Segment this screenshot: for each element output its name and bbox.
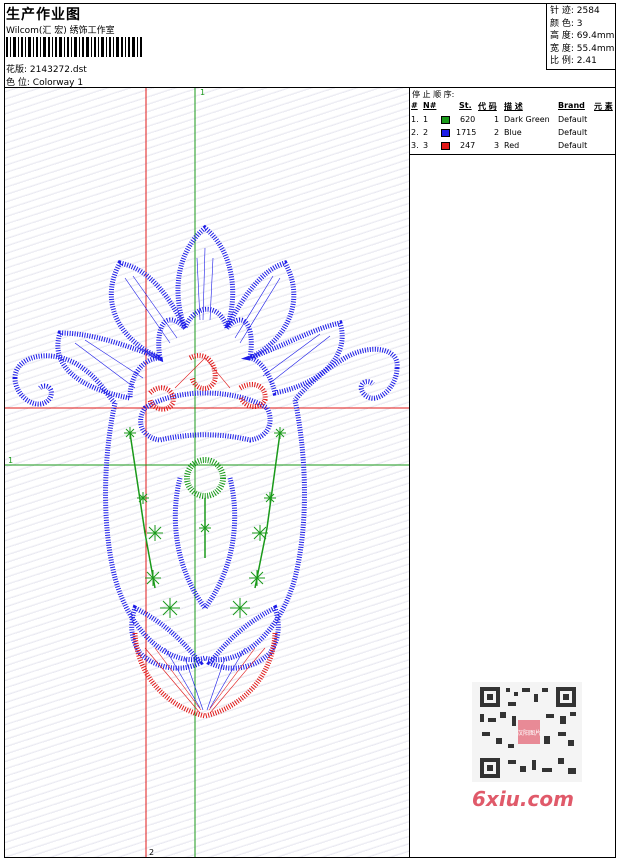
guide-label-bottom: 2 bbox=[149, 848, 154, 857]
design-file-name: 2143272.dst bbox=[29, 65, 87, 75]
stat-height: 高 度: 69.4mm bbox=[550, 31, 615, 41]
stat-scale: 比 例: 2.41 bbox=[550, 56, 597, 66]
stop-sequence-title: 停 止 顺 序: bbox=[412, 90, 455, 99]
panel-divider bbox=[409, 88, 410, 857]
col-header-index: # bbox=[411, 101, 418, 110]
color-swatch bbox=[441, 142, 450, 150]
col-header-stitches: St. bbox=[459, 101, 472, 110]
color-swatch bbox=[441, 116, 450, 124]
stat-width: 宽 度: 55.4mm bbox=[550, 43, 615, 54]
blue-stitch-outline bbox=[12, 224, 400, 671]
col-header-element: 元 素 bbox=[594, 102, 613, 111]
design-file-line: 花版: 2143272.dst bbox=[6, 62, 87, 75]
guide-label-left: 1 bbox=[8, 456, 13, 465]
barcode bbox=[6, 37, 142, 57]
company-name: Wilcom(汇 宏) 绣饰工作室 bbox=[6, 26, 115, 36]
design-preview: 1 1 2 bbox=[5, 88, 409, 857]
stat-stitches: 针 迹: 2584 bbox=[550, 6, 600, 16]
table-bottom-border bbox=[410, 154, 616, 155]
stat-colors: 颜 色: 3 bbox=[550, 18, 583, 29]
table-row: 3. 3 247 3 Red Default bbox=[411, 141, 588, 150]
watermark-text: 6xiu.com bbox=[472, 787, 574, 811]
green-stitch-elements bbox=[129, 432, 281, 589]
qr-center-label: 汉阳图片 bbox=[517, 729, 541, 737]
stats-panel: 针 迹: 2584 颜 色: 3 高 度: 69.4mm 宽 度: 55.4mm… bbox=[546, 3, 616, 70]
table-row: 1. 1 620 1 Dark Green Default bbox=[411, 115, 588, 124]
col-header-code: 代 码 bbox=[478, 102, 497, 111]
guide-label-top: 1 bbox=[200, 88, 205, 97]
page-title: 生产作业图 bbox=[6, 7, 81, 23]
qr-code-image: 汉阳图片 bbox=[472, 682, 582, 782]
table-row: 2. 2 1715 2 Blue Default bbox=[411, 128, 588, 137]
green-star-stitches bbox=[124, 427, 286, 618]
embroidery-drawing: 1 1 2 bbox=[5, 88, 409, 857]
color-swatch bbox=[441, 129, 450, 137]
col-header-description: 描 述 bbox=[504, 102, 523, 111]
col-header-brand: Brand bbox=[558, 101, 585, 110]
col-header-number: N# bbox=[423, 101, 437, 110]
design-file-label: 花版: bbox=[6, 65, 28, 75]
